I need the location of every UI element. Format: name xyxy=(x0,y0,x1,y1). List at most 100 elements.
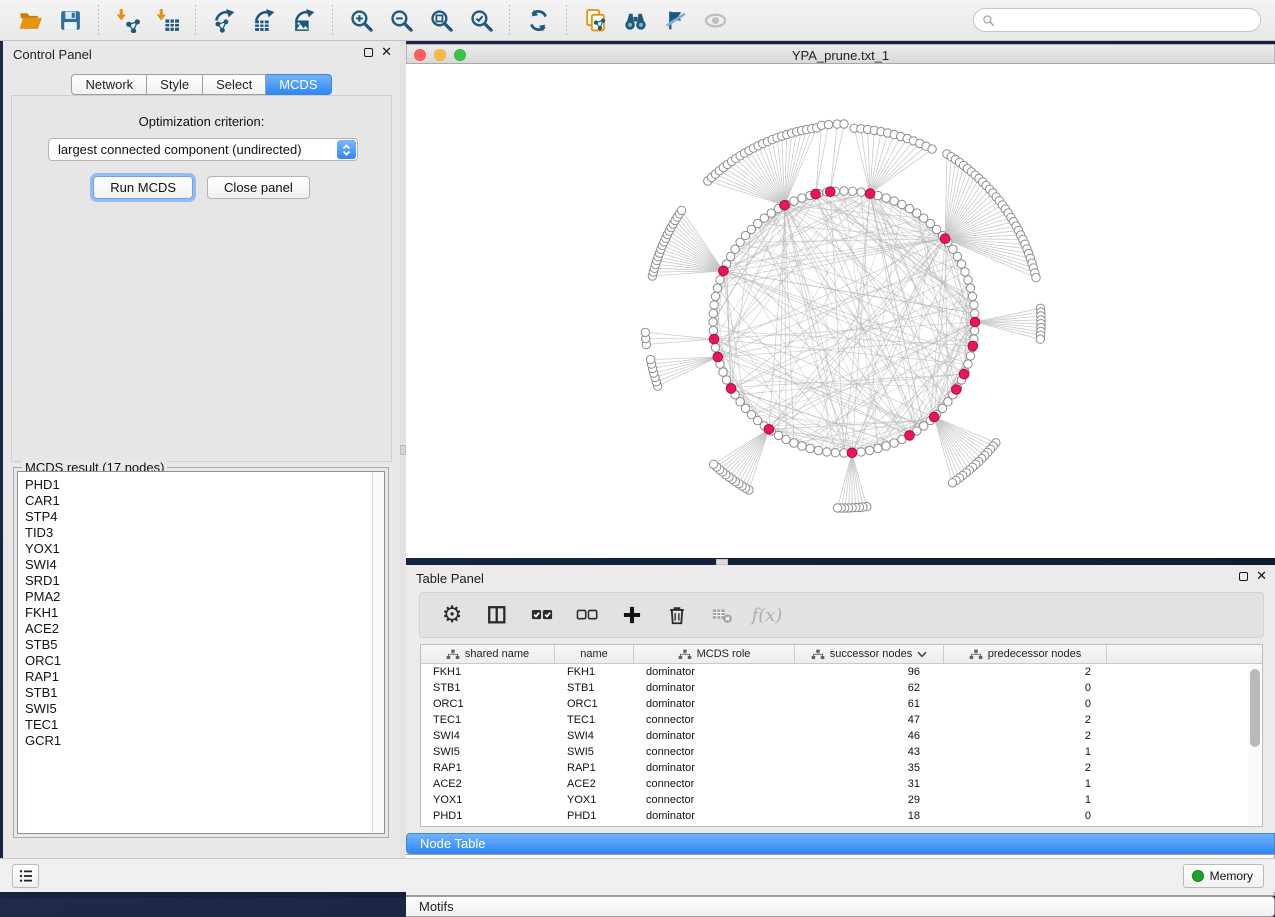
table-cell: 1 xyxy=(944,776,1107,792)
network-graph[interactable] xyxy=(406,64,1275,558)
table-row[interactable]: SWI4SWI4dominator462 xyxy=(421,728,1262,744)
mcds-result-item[interactable]: PHD1 xyxy=(18,477,384,493)
column-header-name[interactable]: name xyxy=(555,645,634,663)
memory-button[interactable]: Memory xyxy=(1183,864,1264,888)
hide-all-columns-button[interactable] xyxy=(572,600,602,630)
mcds-result-list[interactable]: PHD1CAR1STP4TID3YOX1SWI4SRD1PMA2FKH1ACE2… xyxy=(17,471,385,834)
function-builder-button: f(x) xyxy=(752,600,782,630)
tab-style[interactable]: Style xyxy=(147,74,203,95)
control-panel-tabs: NetworkStyleSelectMCDS xyxy=(3,74,400,95)
import-network-button[interactable] xyxy=(110,5,144,35)
export-network-button[interactable] xyxy=(207,5,241,35)
table-row[interactable]: PHD1PHD1dominator180 xyxy=(421,808,1262,824)
table-cell: 18 xyxy=(795,808,944,824)
search-network-button[interactable] xyxy=(618,5,652,35)
toggle-table-panel-button[interactable] xyxy=(482,600,512,630)
refresh-layout-button[interactable] xyxy=(521,5,555,35)
table-row[interactable]: RAP1RAP1dominator352 xyxy=(421,760,1262,776)
mcds-result-item[interactable]: ORC1 xyxy=(18,653,384,669)
column-header-successor-nodes[interactable]: successor nodes xyxy=(795,645,944,663)
toolbar-separator xyxy=(566,5,567,35)
mcds-result-item[interactable]: GCR1 xyxy=(18,733,384,749)
mcds-result-item[interactable]: SRD1 xyxy=(18,573,384,589)
table-row[interactable]: YOX1YOX1connector291 xyxy=(421,792,1262,808)
column-label: successor nodes xyxy=(830,648,913,660)
export-image-button[interactable] xyxy=(287,5,321,35)
table-cell: SWI5 xyxy=(555,744,634,760)
tab-network[interactable]: Network xyxy=(71,74,147,95)
table-cell: TEC1 xyxy=(421,712,555,728)
run-mcds-button[interactable]: Run MCDS xyxy=(93,176,193,199)
table-cell: 29 xyxy=(795,792,944,808)
table-row[interactable]: SWI5SWI5connector431 xyxy=(421,744,1262,760)
table-scrollbar-thumb[interactable] xyxy=(1250,669,1260,747)
network-window-titlebar[interactable]: YPA_prune.txt_1 xyxy=(406,44,1275,64)
close-table-panel-icon[interactable]: ✕ xyxy=(1256,571,1267,581)
save-session-button[interactable] xyxy=(53,5,87,35)
mcds-result-item[interactable]: TID3 xyxy=(18,525,384,541)
mcds-result-item[interactable]: ACE2 xyxy=(18,621,384,637)
hierarchy-icon xyxy=(811,649,825,660)
hierarchy-icon xyxy=(678,649,692,660)
delete-column-button[interactable] xyxy=(662,600,692,630)
table-cell: dominator xyxy=(634,696,795,712)
zoom-in-button[interactable] xyxy=(344,5,378,35)
close-panel-icon[interactable]: ✕ xyxy=(381,47,392,57)
add-column-button[interactable] xyxy=(617,600,647,630)
table-cell: 96 xyxy=(795,664,944,680)
open-file-button[interactable] xyxy=(13,5,47,35)
close-panel-button[interactable]: Close panel xyxy=(207,176,310,199)
mcds-result-item[interactable]: CAR1 xyxy=(18,493,384,509)
table-tab-motifs[interactable]: Motifs xyxy=(406,896,1275,917)
mcds-result-item[interactable]: RAP1 xyxy=(18,669,384,685)
column-header-MCDS-role[interactable]: MCDS role xyxy=(634,645,795,663)
zoom-out-button[interactable] xyxy=(384,5,418,35)
search-box[interactable] xyxy=(973,8,1261,32)
list-scrollbar[interactable] xyxy=(372,472,384,833)
table-settings-button[interactable]: ⚙ xyxy=(437,600,467,630)
mcds-result-item[interactable]: SWI5 xyxy=(18,701,384,717)
mcds-result-item[interactable]: STB1 xyxy=(18,685,384,701)
hierarchy-icon xyxy=(446,649,460,660)
mcds-result-item[interactable]: SWI4 xyxy=(18,557,384,573)
column-header-shared-name[interactable]: shared name xyxy=(421,645,555,663)
zoom-fit-button[interactable] xyxy=(424,5,458,35)
mcds-result-item[interactable]: FKH1 xyxy=(18,605,384,621)
task-history-button[interactable] xyxy=(12,864,39,888)
table-scrollbar[interactable] xyxy=(1248,665,1261,825)
export-table-button[interactable] xyxy=(247,5,281,35)
table-row[interactable]: ORC1ORC1dominator610 xyxy=(421,696,1262,712)
memory-status-icon xyxy=(1192,870,1204,882)
table-cell: ORC1 xyxy=(555,696,634,712)
tab-mcds[interactable]: MCDS xyxy=(266,74,331,95)
table-cell: 0 xyxy=(944,696,1107,712)
network-canvas[interactable] xyxy=(406,64,1275,558)
table-row[interactable]: TEC1TEC1connector472 xyxy=(421,712,1262,728)
table-cell: 61 xyxy=(795,696,944,712)
table-header-row: shared namenameMCDS role successor nodes p… xyxy=(421,645,1262,664)
mcds-result-item[interactable]: STB5 xyxy=(18,637,384,653)
column-label: predecessor nodes xyxy=(988,648,1082,660)
clone-network-button[interactable] xyxy=(578,5,612,35)
column-header-predecessor-nodes[interactable]: predecessor nodes xyxy=(944,645,1107,663)
import-table-button[interactable] xyxy=(150,5,184,35)
table-row[interactable]: STB1STB1dominator620 xyxy=(421,680,1262,696)
mcds-result-item[interactable]: PMA2 xyxy=(18,589,384,605)
float-panel-icon[interactable] xyxy=(364,48,373,57)
mcds-result-item[interactable]: TEC1 xyxy=(18,717,384,733)
search-input[interactable] xyxy=(1000,13,1252,27)
zoom-selected-button[interactable] xyxy=(464,5,498,35)
mcds-result-item[interactable]: STP4 xyxy=(18,509,384,525)
table-cell: STB1 xyxy=(421,680,555,696)
tab-select[interactable]: Select xyxy=(203,74,266,95)
mcds-result-item[interactable]: YOX1 xyxy=(18,541,384,557)
toolbar-separator xyxy=(509,5,510,35)
optimization-criterion-select[interactable]: largest connected component (undirected) xyxy=(48,138,358,161)
table-row[interactable]: FKH1FKH1dominator962 xyxy=(421,664,1262,680)
table-row[interactable]: ACE2ACE2connector311 xyxy=(421,776,1262,792)
table-tab-node-table[interactable]: Node Table xyxy=(406,833,1275,854)
hide-labels-button[interactable] xyxy=(658,5,692,35)
float-table-panel-icon[interactable] xyxy=(1239,572,1248,581)
show-all-columns-button[interactable] xyxy=(527,600,557,630)
node-table[interactable]: shared namenameMCDS role successor nodes p… xyxy=(420,644,1263,827)
